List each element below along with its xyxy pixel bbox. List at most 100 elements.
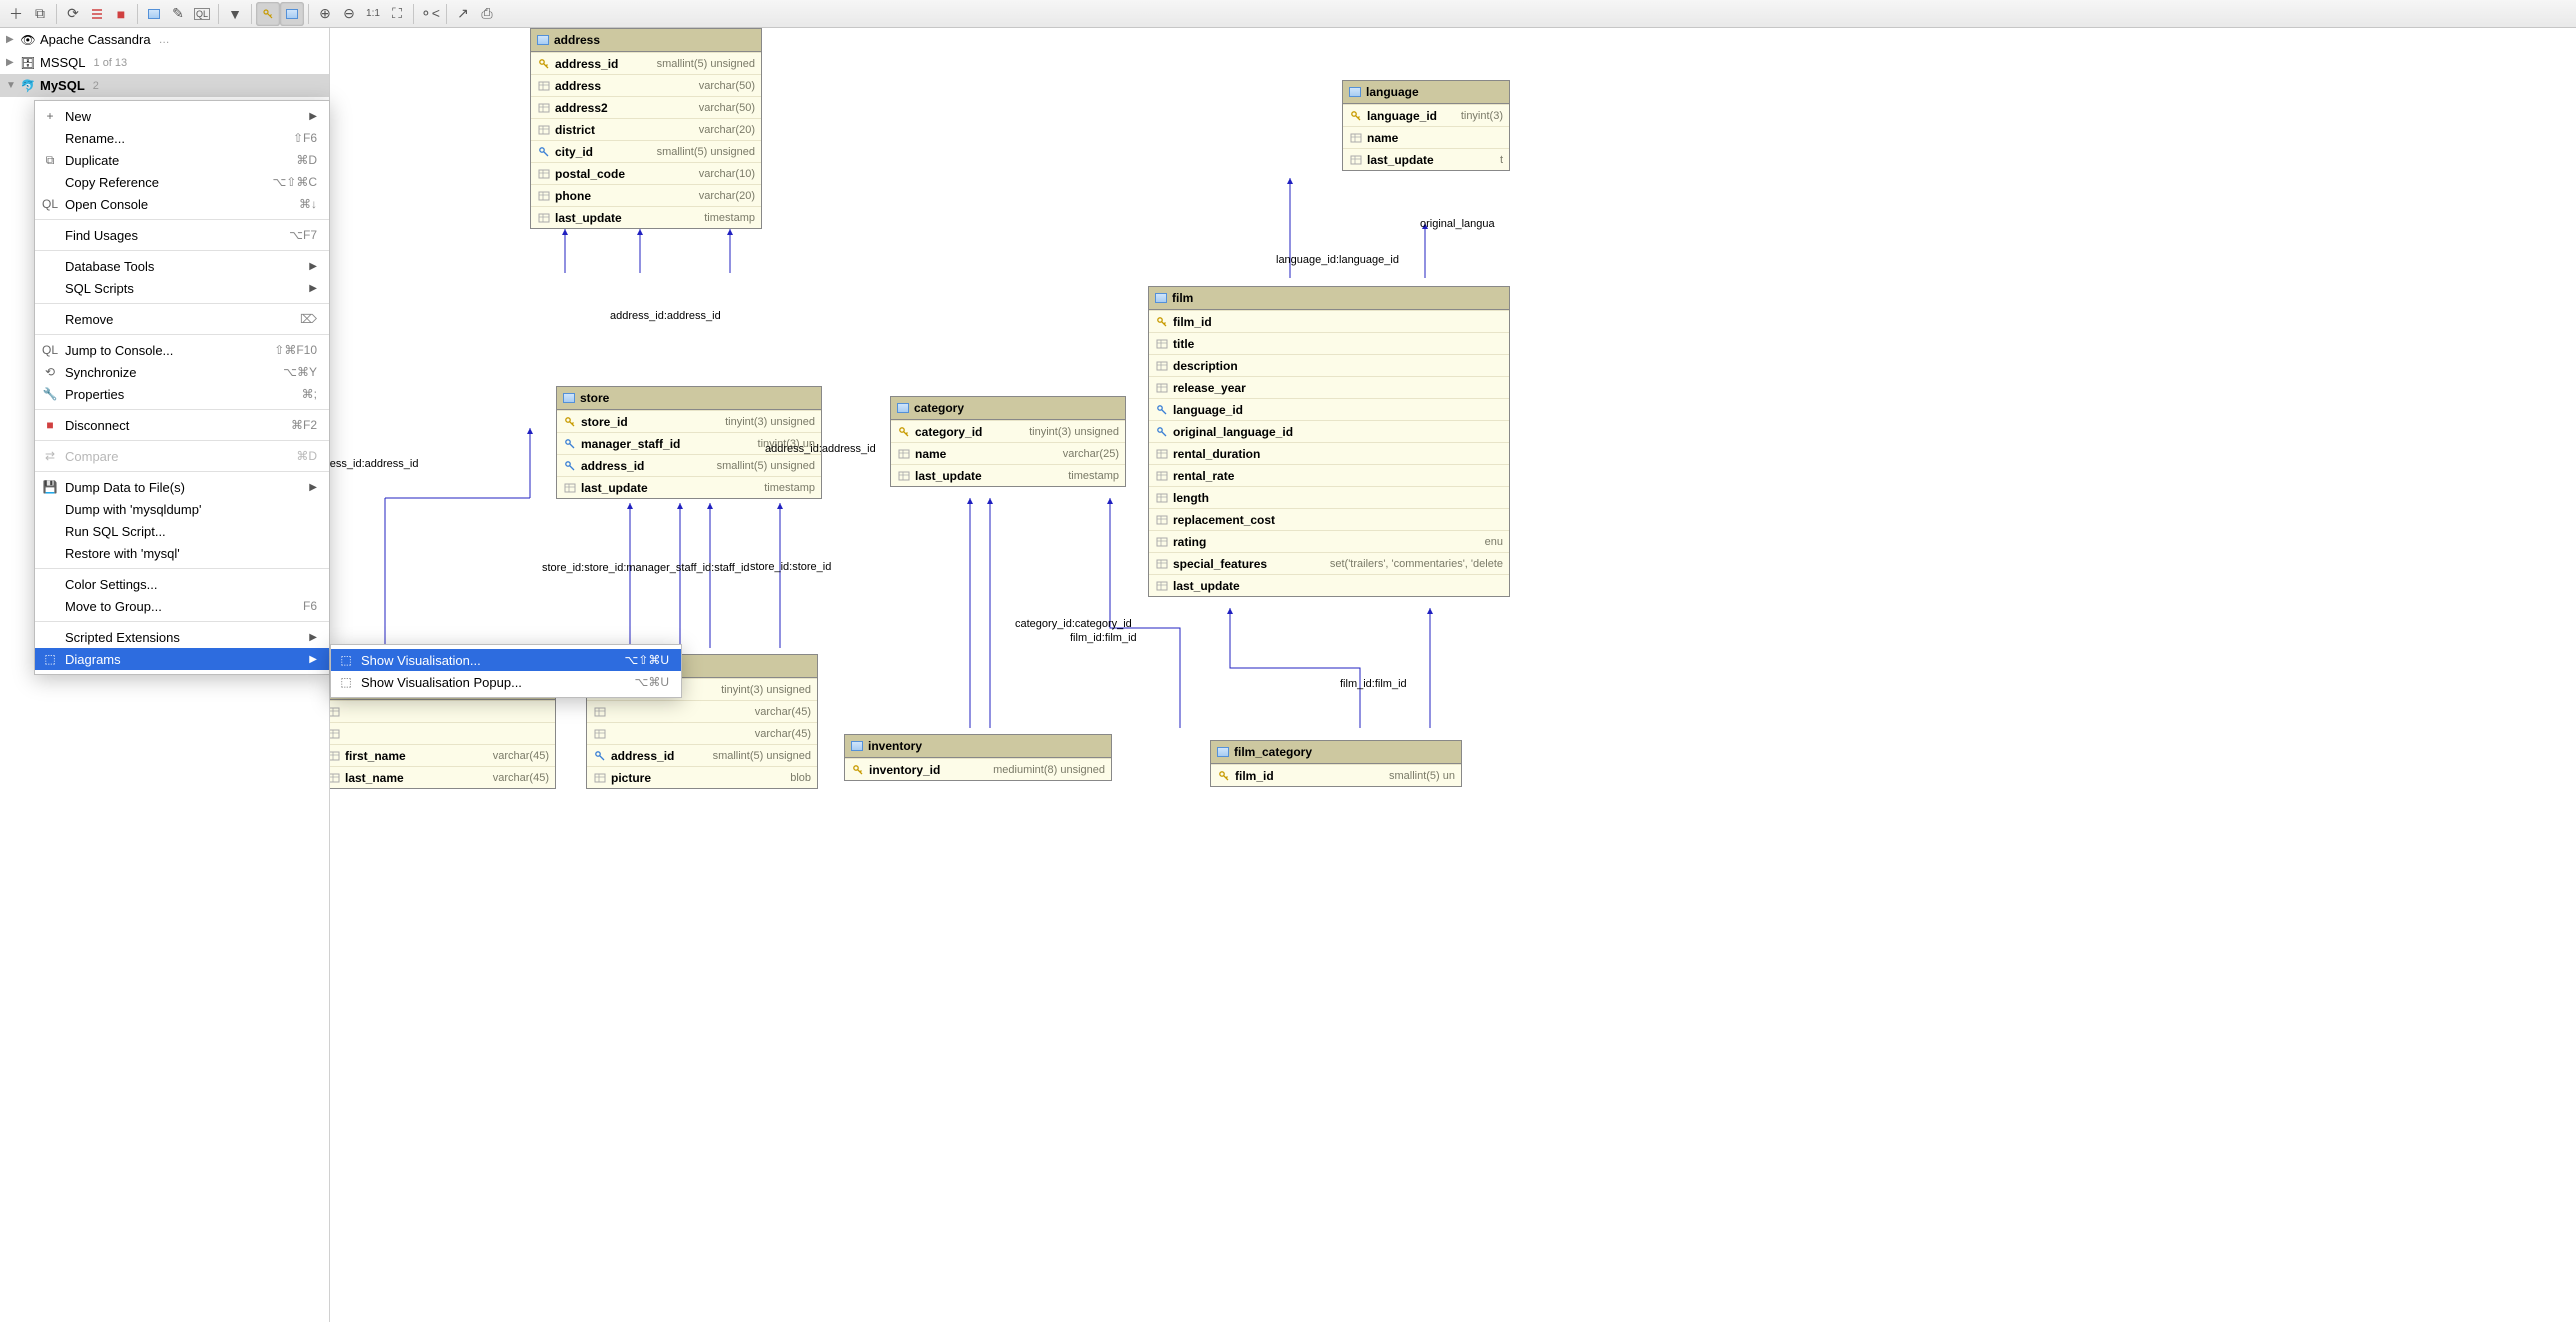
table-column[interactable]: rental_rate <box>1149 464 1509 486</box>
table-column[interactable]: varchar(45) <box>587 700 817 722</box>
table-column[interactable] <box>330 700 555 722</box>
table-column[interactable]: replacement_cost <box>1149 508 1509 530</box>
menu-item-show-visualisation-popup[interactable]: ⬚Show Visualisation Popup...⌥⌘U <box>331 671 681 693</box>
table-column[interactable]: districtvarchar(20) <box>531 118 761 140</box>
menu-item-disconnect[interactable]: ■Disconnect⌘F2 <box>35 414 329 436</box>
edit-button[interactable]: ✎ <box>166 2 190 26</box>
table-column[interactable]: last_updatet <box>1343 148 1509 170</box>
table-column[interactable]: original_language_id <box>1149 420 1509 442</box>
table-column[interactable]: rental_duration <box>1149 442 1509 464</box>
table-column[interactable]: last_updatetimestamp <box>891 464 1125 486</box>
all-columns-toggle[interactable] <box>280 2 304 26</box>
menu-item-open-console[interactable]: QLOpen Console⌘↓ <box>35 193 329 215</box>
table-header[interactable]: category <box>891 397 1125 420</box>
table-film[interactable]: filmfilm_idtitledescriptionrelease_yearl… <box>1148 286 1510 597</box>
table-header[interactable]: store <box>557 387 821 410</box>
key-columns-toggle[interactable] <box>256 2 280 26</box>
menu-item-jump-to-console[interactable]: QLJump to Console...⇧⌘F10 <box>35 339 329 361</box>
table-column[interactable]: phonevarchar(20) <box>531 184 761 206</box>
table-address[interactable]: addressaddress_idsmallint(5) unsignedadd… <box>530 28 762 229</box>
table-column[interactable]: film_id <box>1149 310 1509 332</box>
table-column[interactable]: language_idtinyint(3) <box>1343 104 1509 126</box>
menu-item-diagrams[interactable]: ⬚Diagrams▶ <box>35 648 329 670</box>
menu-item-remove[interactable]: Remove⌦ <box>35 308 329 330</box>
table-category[interactable]: categorycategory_idtinyint(3) unsignedna… <box>890 396 1126 487</box>
table-column[interactable]: postal_codevarchar(10) <box>531 162 761 184</box>
table-column[interactable]: store_idtinyint(3) unsigned <box>557 410 821 432</box>
menu-item-copy-reference[interactable]: Copy Reference⌥⇧⌘C <box>35 171 329 193</box>
menu-item-database-tools[interactable]: Database Tools▶ <box>35 255 329 277</box>
menu-item-duplicate[interactable]: ⧉Duplicate⌘D <box>35 149 329 171</box>
table-column[interactable]: city_idsmallint(5) unsigned <box>531 140 761 162</box>
table-header[interactable]: film <box>1149 287 1509 310</box>
menu-item-sql-scripts[interactable]: SQL Scripts▶ <box>35 277 329 299</box>
menu-item-dump-with-mysqldump[interactable]: Dump with 'mysqldump' <box>35 498 329 520</box>
table-inventory[interactable]: inventoryinventory_idmediumint(8) unsign… <box>844 734 1112 781</box>
table-column[interactable]: last_updatetimestamp <box>531 206 761 228</box>
table-column[interactable]: namevarchar(25) <box>891 442 1125 464</box>
menu-item-scripted-extensions[interactable]: Scripted Extensions▶ <box>35 626 329 648</box>
table-header[interactable]: inventory <box>845 735 1111 758</box>
menu-item-dump-data-to-file-s[interactable]: 💾Dump Data to File(s)▶ <box>35 476 329 498</box>
table-column[interactable]: title <box>1149 332 1509 354</box>
table-column[interactable]: address2varchar(50) <box>531 96 761 118</box>
menu-item-color-settings[interactable]: Color Settings... <box>35 573 329 595</box>
table-column[interactable]: last_namevarchar(45) <box>330 766 555 788</box>
table-column[interactable]: inventory_idmediumint(8) unsigned <box>845 758 1111 780</box>
table-column[interactable]: varchar(45) <box>587 722 817 744</box>
table-language[interactable]: languagelanguage_idtinyint(3)namelast_up… <box>1342 80 1510 171</box>
copy-button[interactable]: ⧉ <box>28 2 52 26</box>
table-column[interactable]: address_idsmallint(5) unsigned <box>531 52 761 74</box>
table-film_category[interactable]: film_categoryfilm_idsmallint(5) un <box>1210 740 1462 787</box>
share-button[interactable]: ⚬< <box>418 2 442 26</box>
stop-button[interactable]: ■ <box>109 2 133 26</box>
table-column[interactable]: first_namevarchar(45) <box>330 744 555 766</box>
refresh-button[interactable]: ⟳ <box>61 2 85 26</box>
menu-item-restore-with-mysql[interactable]: Restore with 'mysql' <box>35 542 329 564</box>
column-icon <box>537 211 551 225</box>
column-icon <box>330 727 341 741</box>
menu-item-find-usages[interactable]: Find Usages⌥F7 <box>35 224 329 246</box>
zoom-in-button[interactable]: ⊕ <box>313 2 337 26</box>
table-column[interactable]: name <box>1343 126 1509 148</box>
menu-item-new[interactable]: +New▶ <box>35 105 329 127</box>
menu-item-synchronize[interactable]: ⟲Synchronize⌥⌘Y <box>35 361 329 383</box>
table-column[interactable]: special_featuresset('trailers', 'comment… <box>1149 552 1509 574</box>
table-column[interactable]: address_idsmallint(5) unsigned <box>587 744 817 766</box>
zoom-fit-button[interactable]: ⛶ <box>385 2 409 26</box>
table-column[interactable]: ratingenu <box>1149 530 1509 552</box>
export-button[interactable]: ↗ <box>451 2 475 26</box>
table-button[interactable] <box>142 2 166 26</box>
table-column[interactable]: length <box>1149 486 1509 508</box>
table-header[interactable]: language <box>1343 81 1509 104</box>
table-header[interactable]: film_category <box>1211 741 1461 764</box>
tree-item-mysql[interactable]: ▼🐬MySQL2 <box>0 74 329 97</box>
table-column[interactable]: description <box>1149 354 1509 376</box>
menu-item-properties[interactable]: 🔧Properties⌘; <box>35 383 329 405</box>
table-column[interactable] <box>330 722 555 744</box>
table-column[interactable]: film_idsmallint(5) un <box>1211 764 1461 786</box>
table-column[interactable]: last_update <box>1149 574 1509 596</box>
zoom-actual-button[interactable]: 1:1 <box>361 2 385 26</box>
toolbar: ＋ ⧉ ⟳ ■ ✎ QL ▼ ⊕ ⊖ 1:1 ⛶ ⚬< ↗ ⎙ <box>0 0 2576 28</box>
filter-button[interactable]: ▼ <box>223 2 247 26</box>
table-column[interactable]: address_idsmallint(5) unsigned <box>557 454 821 476</box>
table-column[interactable]: release_year <box>1149 376 1509 398</box>
sync-button[interactable] <box>85 2 109 26</box>
zoom-out-button[interactable]: ⊖ <box>337 2 361 26</box>
table-column[interactable]: category_idtinyint(3) unsigned <box>891 420 1125 442</box>
menu-item-run-sql-script[interactable]: Run SQL Script... <box>35 520 329 542</box>
tree-item-apache-cassandra[interactable]: ▶👁Apache Cassandra… <box>0 28 329 51</box>
menu-item-rename[interactable]: Rename...⇧F6 <box>35 127 329 149</box>
tree-item-mssql[interactable]: ▶🗄MSSQL1 of 13 <box>0 51 329 74</box>
table-column[interactable]: last_updatetimestamp <box>557 476 821 498</box>
add-button[interactable]: ＋ <box>4 2 28 26</box>
menu-item-move-to-group[interactable]: Move to Group...F6 <box>35 595 329 617</box>
console-button[interactable]: QL <box>190 2 214 26</box>
table-header[interactable]: address <box>531 29 761 52</box>
table-column[interactable]: addressvarchar(50) <box>531 74 761 96</box>
print-button[interactable]: ⎙ <box>475 2 499 26</box>
table-column[interactable]: language_id <box>1149 398 1509 420</box>
table-column[interactable]: pictureblob <box>587 766 817 788</box>
menu-item-show-visualisation[interactable]: ⬚Show Visualisation...⌥⇧⌘U <box>331 649 681 671</box>
